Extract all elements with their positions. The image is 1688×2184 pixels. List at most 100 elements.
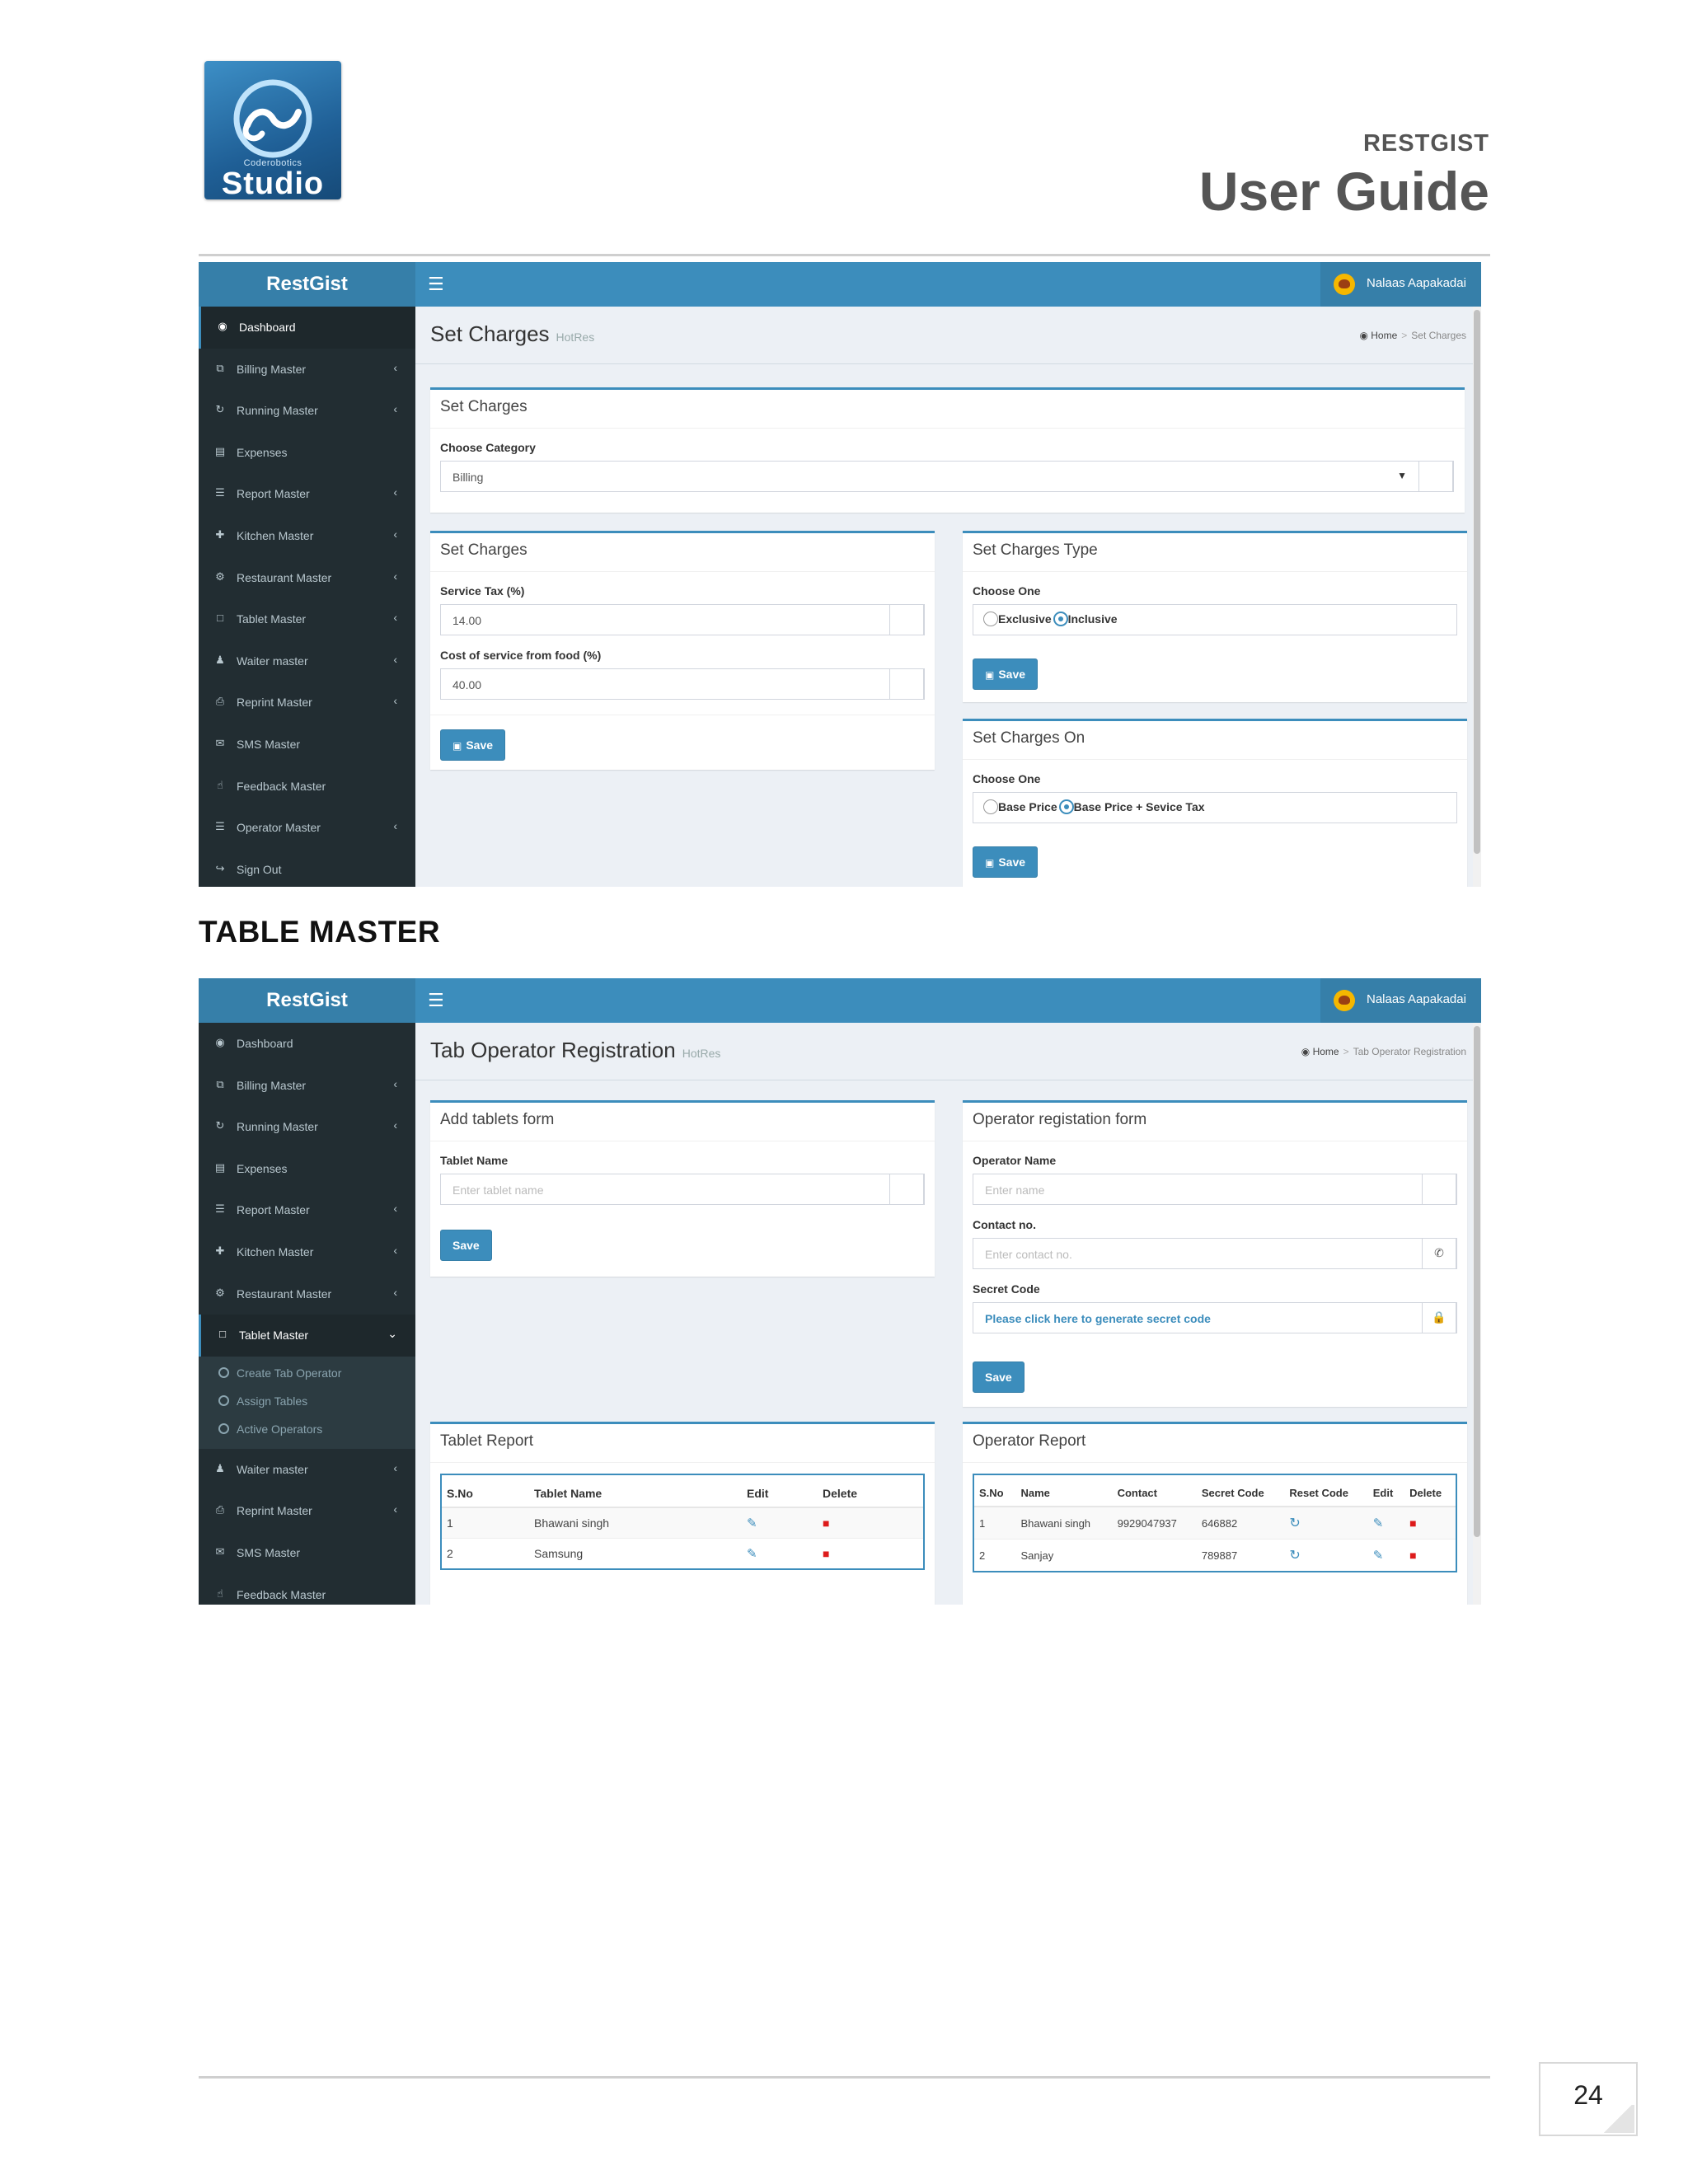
sidebar-item-restaurant-master[interactable]: ⚙ Restaurant Master ‹ — [199, 1273, 415, 1315]
box-divider — [963, 759, 1467, 760]
box-title: Set Charges — [440, 398, 528, 415]
box-divider — [963, 1462, 1467, 1463]
menu-toggle-icon[interactable]: ☰ — [428, 990, 444, 1011]
sidebar-item-kitchen-master[interactable]: ✚ Kitchen Master ‹ — [199, 515, 415, 557]
sidebar-item-report-master[interactable]: ☰ Report Master ‹ — [199, 473, 415, 515]
sidebar-item-label: Feedback Master — [237, 1587, 326, 1601]
column-header: Edit — [1367, 1475, 1405, 1507]
sidebar-item-sms-master[interactable]: ✉ SMS Master — [199, 724, 415, 766]
scrollbar[interactable] — [1473, 307, 1481, 887]
print-icon: ⎙ — [215, 695, 225, 708]
sidebar-item-label: Reprint Master — [237, 1504, 312, 1518]
trash-icon[interactable]: ■ — [823, 1547, 829, 1560]
lock-addon: 🔒 — [1422, 1302, 1456, 1333]
radio-base-price[interactable] — [983, 799, 998, 815]
trash-icon[interactable]: ■ — [1409, 1516, 1416, 1530]
scrollbar-thumb[interactable] — [1474, 310, 1480, 854]
sidebar-item-label: Billing Master — [237, 1078, 307, 1092]
print-icon: ⎙ — [215, 1503, 225, 1516]
sidebar-item-expenses[interactable]: ▤ Expenses — [199, 1148, 415, 1190]
input-value: 40.00 — [452, 678, 482, 691]
submenu-item-create-tab-operator[interactable]: Create Tab Operator — [199, 1360, 415, 1388]
chevron-left-icon: ‹ — [393, 485, 397, 499]
user-icon: ♟ — [215, 653, 225, 666]
sidebar-item-reprint-master[interactable]: ⎙ Reprint Master ‹ — [199, 1490, 415, 1532]
sidebar-item-tablet-master[interactable]: □ Tablet Master ‹ — [199, 598, 415, 640]
reset-icon[interactable]: ↻ — [1289, 1549, 1300, 1563]
sidebar-item-sms-master[interactable]: ✉ SMS Master — [199, 1532, 415, 1574]
save-charges-button[interactable]: ▣ Save — [440, 729, 506, 761]
sidebar-item-running-master[interactable]: ↻ Running Master ‹ — [199, 390, 415, 432]
edit-icon[interactable]: ✎ — [747, 1516, 757, 1530]
edit-icon[interactable]: ✎ — [747, 1547, 757, 1561]
chevron-left-icon: ‹ — [393, 819, 397, 833]
field-label: Choose One — [973, 772, 1041, 785]
food-cost-input[interactable]: 40.00 — [440, 668, 925, 700]
scrollbar[interactable] — [1473, 1023, 1481, 1605]
sidebar-item-sign-out[interactable]: ↪ Sign Out — [199, 849, 415, 887]
trash-icon[interactable]: ■ — [1409, 1549, 1416, 1562]
radio-exclusive[interactable] — [983, 612, 998, 627]
user-menu[interactable]: Nalaas Aapakadai — [1320, 978, 1481, 1023]
box-title: Add tablets form — [440, 1111, 555, 1128]
chevron-left-icon: ‹ — [393, 652, 397, 666]
cutlery-icon: ✚ — [215, 527, 225, 541]
box-divider — [430, 571, 935, 572]
breadcrumb-home-link[interactable]: Home — [1371, 330, 1397, 341]
sidebar-item-label: Kitchen Master — [237, 528, 314, 542]
breadcrumb-current: Set Charges — [1411, 330, 1466, 341]
save-on-button[interactable]: ▣ Save — [973, 846, 1039, 878]
sidebar-item-billing-master[interactable]: ⧉ Billing Master ‹ — [199, 1065, 415, 1107]
column-header: Edit — [742, 1475, 818, 1508]
sidebar-item-dashboard[interactable]: ◉ Dashboard — [199, 307, 415, 349]
cell-sno: 2 — [974, 1539, 1016, 1571]
submenu-item-active-operators[interactable]: Active Operators — [199, 1416, 415, 1444]
chevron-left-icon: ‹ — [393, 1076, 397, 1090]
sidebar-item-operator-master[interactable]: ☰ Operator Master ‹ — [199, 807, 415, 849]
generate-secret-code-link[interactable]: Please click here to generate secret cod… — [985, 1312, 1211, 1325]
category-select[interactable]: Billing ▼ — [440, 461, 1454, 492]
tablet-icon: □ — [219, 1328, 226, 1341]
sidebar-item-waiter-master[interactable]: ♟ Waiter master ‹ — [199, 640, 415, 682]
sidebar-item-waiter-master[interactable]: ♟ Waiter master ‹ — [199, 1449, 415, 1491]
user-name: Nalaas Aapakadai — [1367, 276, 1466, 290]
sidebar-item-restaurant-master[interactable]: ⚙ Restaurant Master ‹ — [199, 557, 415, 599]
sidebar-item-dashboard[interactable]: ◉ Dashboard — [199, 1023, 415, 1065]
save-operator-button[interactable]: Save — [973, 1361, 1025, 1393]
sidebar-item-running-master[interactable]: ↻ Running Master ‹ — [199, 1106, 415, 1148]
tablet-name-input[interactable]: Enter tablet name — [440, 1174, 925, 1205]
envelope-icon: ✉ — [215, 736, 225, 749]
menu-toggle-icon[interactable]: ☰ — [428, 274, 444, 295]
save-type-button[interactable]: ▣ Save — [973, 658, 1039, 690]
submenu-item-assign-tables[interactable]: Assign Tables — [199, 1388, 415, 1416]
contact-input[interactable]: Enter contact no. ✆ — [973, 1238, 1457, 1269]
sidebar-item-billing-master[interactable]: ⧉ Billing Master ‹ — [199, 349, 415, 391]
cogs-icon: ⚙ — [215, 569, 225, 583]
service-tax-input[interactable]: 14.00 — [440, 604, 925, 635]
radio-base-price-tax[interactable] — [1058, 799, 1074, 815]
sidebar-item-tablet-master[interactable]: □ Tablet Master ⌄ — [199, 1315, 415, 1357]
sidebar-item-feedback-master[interactable]: ☝ Feedback Master — [199, 1574, 415, 1605]
sidebar: ◉ Dashboard ⧉ Billing Master ‹ ↻ Running… — [199, 1023, 415, 1605]
user-menu[interactable]: Nalaas Aapakadai — [1320, 262, 1481, 307]
trash-icon[interactable]: ■ — [823, 1516, 829, 1530]
radio-inclusive[interactable] — [1053, 612, 1068, 627]
sidebar-item-kitchen-master[interactable]: ✚ Kitchen Master ‹ — [199, 1231, 415, 1273]
sidebar-item-report-master[interactable]: ☰ Report Master ‹ — [199, 1189, 415, 1231]
column-header: S.No — [442, 1475, 529, 1508]
brand-logo[interactable]: RestGist — [199, 262, 415, 307]
breadcrumb-home-link[interactable]: Home — [1313, 1046, 1339, 1057]
save-tablet-button[interactable]: Save — [440, 1230, 492, 1261]
edit-icon[interactable]: ✎ — [1373, 1516, 1384, 1530]
sidebar-item-expenses[interactable]: ▤ Expenses — [199, 432, 415, 474]
sidebar-item-reprint-master[interactable]: ⎙ Reprint Master ‹ — [199, 682, 415, 724]
sidebar-item-label: Running Master — [237, 404, 318, 418]
edit-icon[interactable]: ✎ — [1373, 1549, 1384, 1563]
cell-sno: 2 — [442, 1538, 529, 1568]
sidebar-item-feedback-master[interactable]: ☝ Feedback Master — [199, 766, 415, 808]
scrollbar-thumb[interactable] — [1474, 1026, 1480, 1537]
brand-logo[interactable]: RestGist — [199, 978, 415, 1023]
reset-icon[interactable]: ↻ — [1289, 1516, 1300, 1530]
list-alt-icon: ☰ — [215, 820, 225, 833]
operator-name-input[interactable]: Enter name — [973, 1174, 1457, 1205]
